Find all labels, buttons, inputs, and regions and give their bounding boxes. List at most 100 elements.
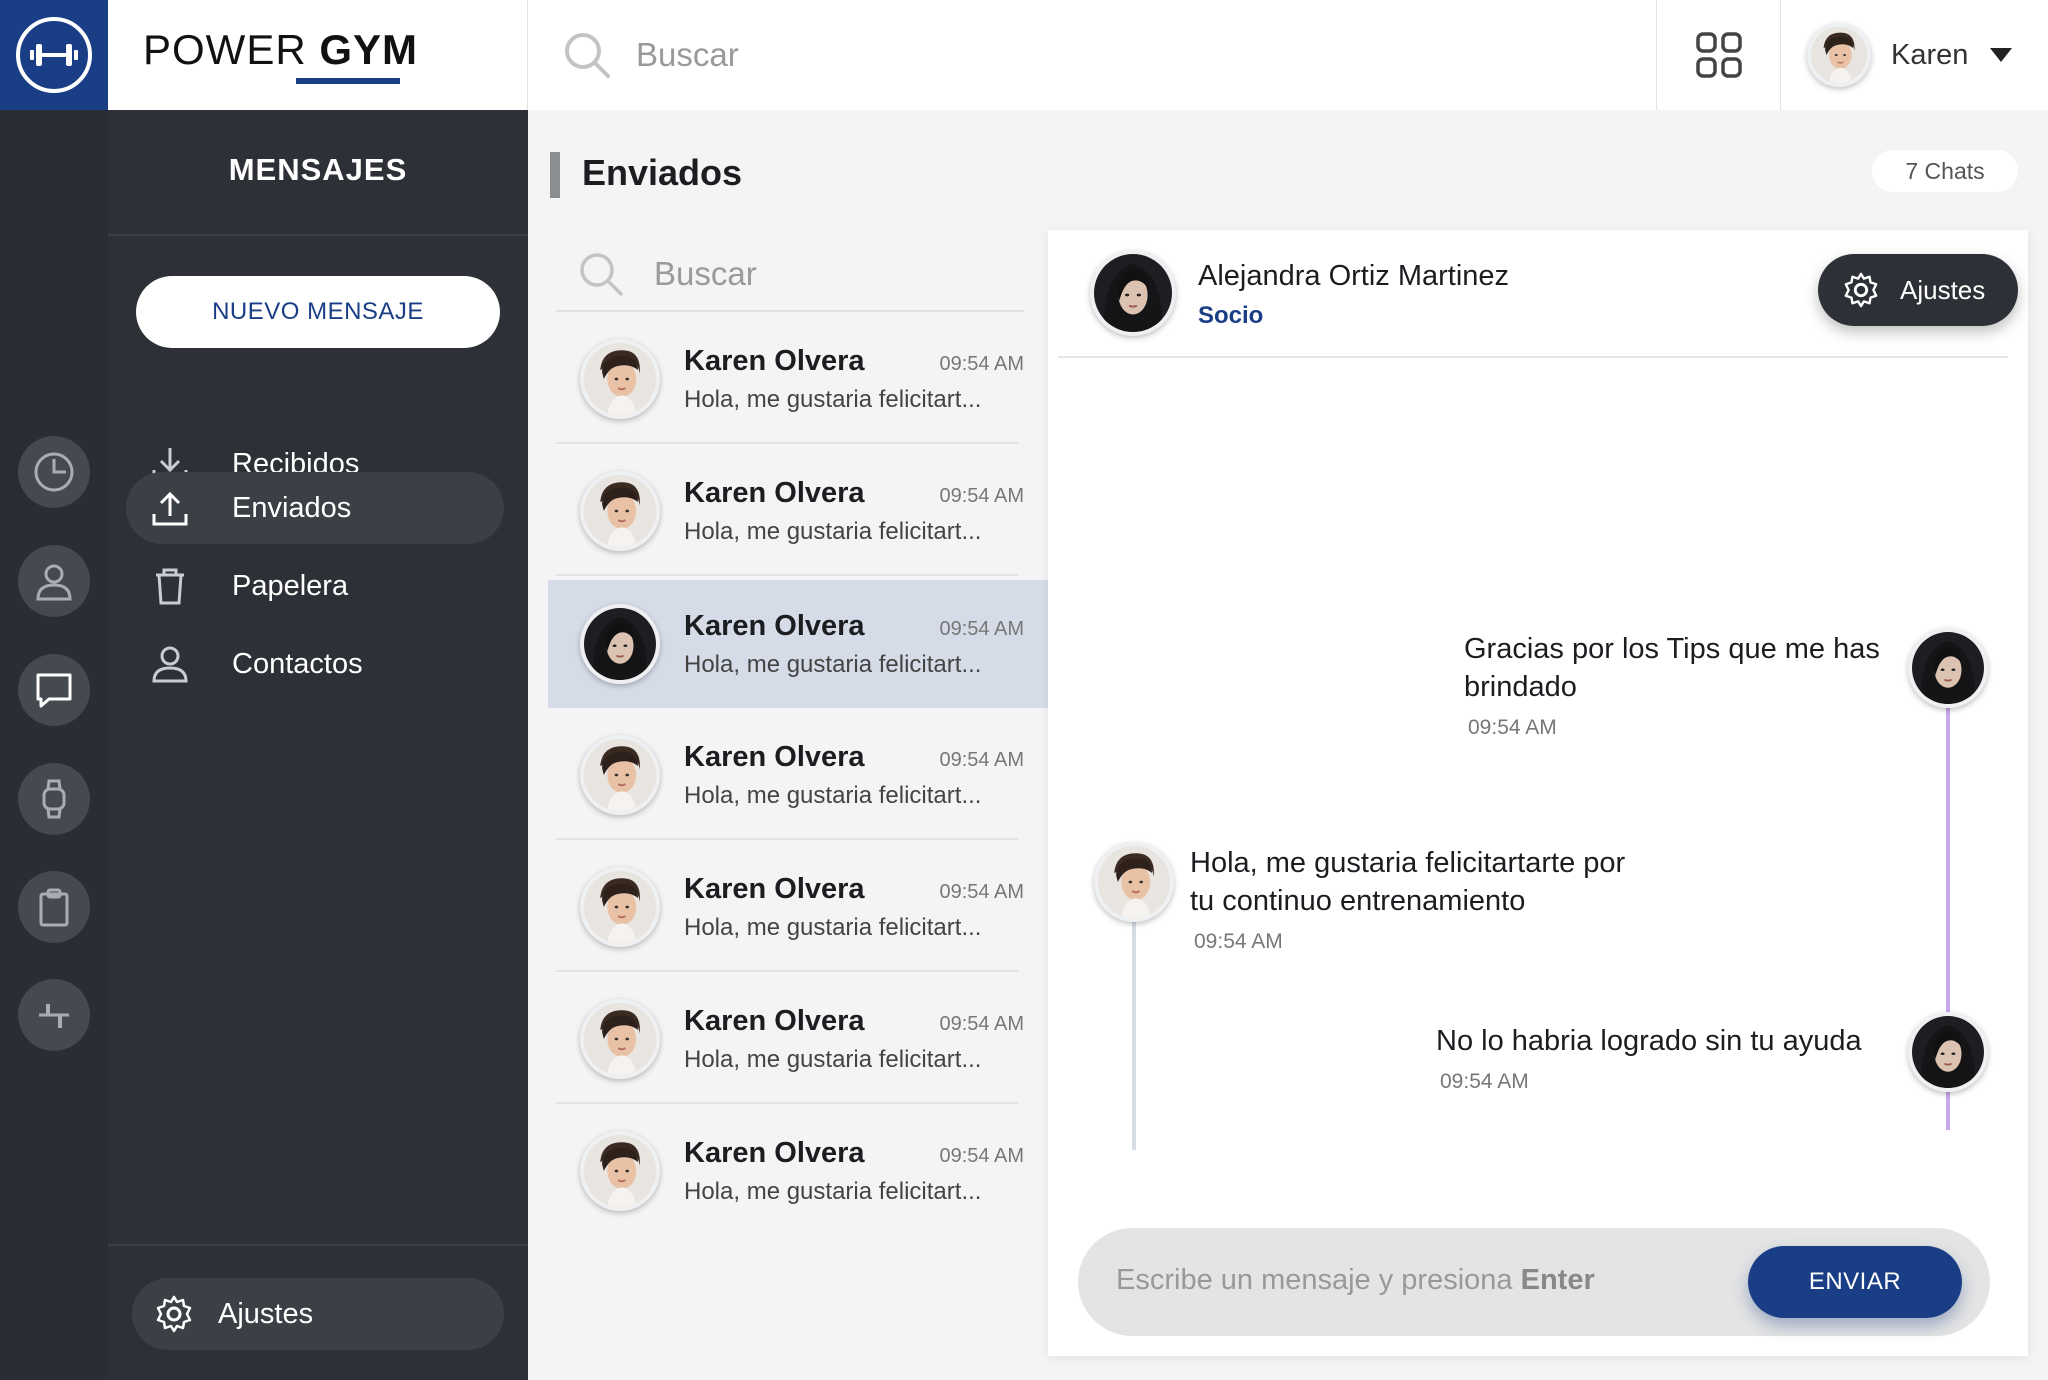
brand-name: POWER GYM	[143, 26, 419, 73]
sidebar-item-papelera[interactable]: Papelera	[126, 550, 504, 622]
message-composer[interactable]: Escribe un mensaje y presiona Enter ENVI…	[1078, 1228, 1990, 1336]
chevron-down-icon	[1990, 48, 2013, 62]
chat-list-item[interactable]: Karen Olvera 09:54 AM Hola, me gustaria f…	[548, 1106, 1048, 1236]
brand-underline	[296, 78, 400, 84]
brand-area: POWER GYM	[108, 0, 528, 110]
chat-list-item[interactable]: Karen Olvera 09:54 AM Hola, me gustaria f…	[548, 314, 1048, 444]
message-text: Gracias por los Tips que me has brindado	[1464, 630, 1880, 706]
clipboard-icon	[39, 888, 69, 927]
chat-name: Karen Olvera	[684, 344, 865, 377]
contact-icon	[152, 646, 188, 683]
chart-icon	[34, 452, 74, 492]
message-time: 09:54 AM	[1468, 716, 1557, 739]
rail-user-button[interactable]	[18, 545, 90, 617]
gear-icon	[156, 1295, 192, 1333]
rail-chart-button[interactable]	[18, 436, 90, 508]
chat-preview: Hola, me gustaria felicitart...	[684, 517, 982, 545]
message-time: 09:54 AM	[1194, 930, 1283, 953]
conversation-header: Alejandra Ortiz Martinez Socio Ajustes	[1058, 230, 2018, 358]
chat-time: 09:54 AM	[939, 352, 1024, 375]
messages-sidebar: MENSAJES NUEVO MENSAJE Recibidos Enviado…	[108, 110, 528, 1380]
message-line: brindado	[1464, 671, 1577, 703]
user-menu[interactable]: Karen	[1781, 0, 2048, 110]
trash-icon	[156, 568, 184, 605]
settings-label: Ajustes	[218, 1297, 314, 1330]
search-icon	[565, 33, 610, 78]
chat-preview: Hola, me gustaria felicitart...	[684, 1045, 982, 1073]
chat-icon	[36, 673, 72, 708]
rail-sliders-button[interactable]	[18, 979, 90, 1051]
chat-search-input[interactable]	[654, 255, 994, 293]
chat-name: Karen Olvera	[684, 1136, 865, 1169]
rail-clipboard-button[interactable]	[18, 871, 90, 943]
top-search-input[interactable]	[636, 36, 1536, 74]
chat-time: 09:54 AM	[939, 748, 1024, 771]
dumbbell-icon	[16, 17, 92, 93]
grid-icon	[1695, 32, 1742, 78]
message-line: Hola, me gustaria felicitartarte por	[1190, 847, 1626, 879]
contact-role: Socio	[1198, 302, 1264, 329]
chat-count-badge: 7 Chats	[1872, 150, 2018, 192]
sidebar-item-contactos[interactable]: Contactos	[126, 628, 504, 700]
rail-watch-button[interactable]	[18, 763, 90, 835]
gear-icon	[1844, 272, 1878, 308]
chat-list-item[interactable]: Karen Olvera 09:54 AM Hola, me gustaria f…	[548, 974, 1048, 1104]
divider	[108, 1244, 528, 1246]
sidebar-item-label: Contactos	[232, 647, 363, 680]
avatar	[580, 339, 660, 419]
chat-name: Karen Olvera	[684, 1004, 865, 1037]
avatar	[580, 604, 660, 684]
chat-preview: Hola, me gustaria felicitart...	[684, 650, 982, 678]
avatar	[580, 867, 660, 947]
user-avatar	[1807, 23, 1871, 87]
composer-placeholder[interactable]: Escribe un mensaje y presiona Enter	[1116, 1264, 1595, 1297]
watch-icon	[42, 779, 66, 819]
conversation-panel: Alejandra Ortiz Martinez Socio Ajustes G…	[1048, 230, 2028, 1356]
chat-list-item-selected[interactable]: Karen Olvera 09:54 AM Hola, me gustaria f…	[548, 580, 1048, 708]
chat-time: 09:54 AM	[939, 1144, 1024, 1167]
upload-icon	[152, 491, 188, 526]
search-icon	[580, 253, 623, 296]
settings-label: Ajustes	[1900, 274, 1986, 305]
chat-preview: Hola, me gustaria felicitart...	[684, 781, 982, 809]
avatar	[580, 471, 660, 551]
avatar	[580, 999, 660, 1079]
message-time: 09:54 AM	[1440, 1070, 1529, 1093]
avatar	[580, 735, 660, 815]
chat-preview: Hola, me gustaria felicitart...	[684, 1177, 982, 1205]
send-button[interactable]: ENVIAR	[1748, 1246, 1962, 1318]
chat-time: 09:54 AM	[939, 484, 1024, 507]
divider	[556, 442, 1018, 444]
message-avatar	[1094, 842, 1174, 922]
chat-search[interactable]	[556, 238, 1024, 312]
chat-preview: Hola, me gustaria felicitart...	[684, 913, 982, 941]
chat-name: Karen Olvera	[684, 476, 865, 509]
sidebar-title: MENSAJES	[228, 152, 408, 187]
new-message-button[interactable]: NUEVO MENSAJE	[136, 276, 500, 348]
icon-rail	[0, 110, 108, 1380]
chat-list-item[interactable]: Karen Olvera 09:54 AM Hola, me gustaria f…	[548, 710, 1048, 840]
rail-chat-button[interactable]	[18, 654, 90, 726]
top-search[interactable]	[528, 0, 1656, 110]
contact-name: Alejandra Ortiz Martinez	[1198, 260, 1510, 292]
message-avatar	[1908, 628, 1988, 708]
apps-grid-button[interactable]	[1656, 0, 1781, 110]
chat-list-item[interactable]: Karen Olvera 09:54 AM Hola, me gustaria f…	[548, 446, 1048, 576]
divider	[556, 970, 1018, 972]
conversation-settings-button[interactable]: Ajustes	[1818, 254, 2018, 326]
user-name: Karen	[1891, 38, 1969, 71]
divider	[556, 574, 1018, 576]
chat-list-item[interactable]: Karen Olvera 09:54 AM Hola, me gustaria f…	[548, 842, 1048, 972]
sidebar-settings-button[interactable]: Ajustes	[132, 1278, 504, 1350]
chat-time: 09:54 AM	[939, 1012, 1024, 1035]
divider	[556, 838, 1018, 840]
sidebar-item-label: Enviados	[232, 491, 352, 524]
sidebar-item-label: Papelera	[232, 569, 349, 602]
app-logo[interactable]	[0, 0, 108, 110]
avatar	[580, 1131, 660, 1211]
user-icon	[36, 564, 72, 601]
sidebar-item-enviados[interactable]: Enviados	[126, 472, 504, 544]
message-text: Hola, me gustaria felicitartarte por tu …	[1190, 844, 1625, 920]
thread-line	[1132, 910, 1136, 1150]
message-text: No lo habria logrado sin tu ayuda	[1436, 1025, 1862, 1057]
